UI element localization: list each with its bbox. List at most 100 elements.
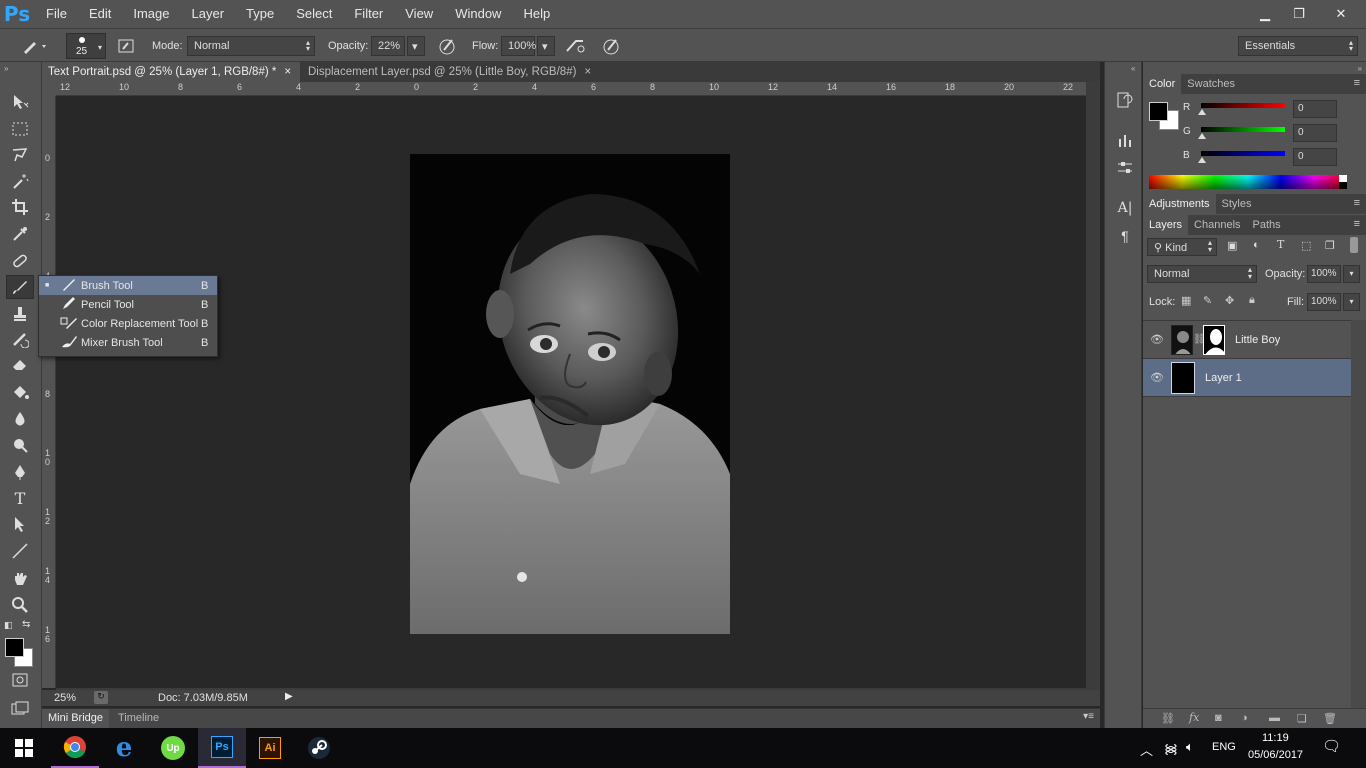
flyout-item-color-replacement-tool[interactable]: Color Replacement Tool B (39, 314, 217, 333)
chrome-icon[interactable] (51, 728, 99, 768)
language-indicator[interactable]: ENG (1212, 741, 1236, 753)
brush-preset-icon[interactable] (20, 29, 50, 63)
black-swatch[interactable] (1339, 182, 1347, 189)
mode-select[interactable]: Normal ▴ ▾ (187, 36, 315, 56)
collapse-toolbar-icon[interactable]: » (4, 64, 8, 73)
green-value-input[interactable]: 0 (1293, 124, 1337, 142)
link-layers-icon[interactable]: ⛓︎ (1161, 712, 1175, 725)
blur-tool-icon[interactable] (6, 407, 34, 431)
close-tab-icon[interactable]: × (284, 66, 291, 78)
color-panel-foreground-swatch[interactable] (1149, 102, 1168, 121)
screen-mode-icon[interactable] (6, 696, 34, 720)
panel-menu-icon[interactable]: ▾≡ (1083, 711, 1094, 722)
marquee-tool-icon[interactable] (6, 117, 34, 141)
menu-filter[interactable]: Filter (342, 0, 393, 28)
red-slider[interactable] (1201, 103, 1285, 108)
tab-paths[interactable]: Paths (1247, 215, 1287, 235)
character-panel-icon[interactable]: A| (1115, 198, 1135, 218)
brush-settings-panel-icon[interactable] (1115, 158, 1135, 178)
layer-opacity-dropdown[interactable]: ▾ (1343, 265, 1360, 283)
move-tool-icon[interactable] (6, 90, 34, 114)
lock-image-icon[interactable]: ✎ (1203, 294, 1212, 307)
history-brush-tool-icon[interactable] (6, 327, 34, 351)
panel-menu-icon[interactable]: ≡ (1354, 218, 1360, 230)
filter-toggle-switch[interactable] (1350, 237, 1358, 253)
new-adjustment-layer-icon[interactable]: ◑ (1241, 712, 1248, 724)
lasso-tool-icon[interactable] (6, 143, 34, 167)
menu-select[interactable]: Select (284, 0, 342, 28)
filter-shape-icon[interactable]: ⬚ (1301, 239, 1311, 252)
pressure-size-icon[interactable] (600, 29, 622, 63)
illustrator-icon[interactable]: Ai (246, 728, 294, 768)
eraser-tool-icon[interactable] (6, 352, 34, 376)
green-slider[interactable] (1201, 127, 1285, 132)
brush-size-picker[interactable]: 25 ▾ (66, 29, 106, 63)
layer-fill-input[interactable]: 100% (1307, 293, 1341, 311)
delete-layer-trash-icon[interactable]: 🗑︎ (1323, 712, 1337, 725)
horizontal-ruler[interactable]: 12 10 8 6 4 2 0 2 4 6 8 10 12 14 16 18 2… (56, 82, 1086, 96)
layer-mask-thumbnail[interactable] (1203, 324, 1225, 355)
lock-transparent-icon[interactable]: ▦ (1181, 294, 1191, 307)
flyout-item-mixer-brush-tool[interactable]: Mixer Brush Tool B (39, 333, 217, 352)
flyout-item-brush-tool[interactable]: ■ Brush Tool B (39, 276, 217, 295)
clone-stamp-tool-icon[interactable] (6, 302, 34, 326)
filter-adjustment-icon[interactable]: ◐ (1253, 239, 1260, 251)
brush-panel-toggle-icon[interactable] (116, 29, 136, 63)
document-canvas-photo[interactable] (410, 154, 730, 634)
volume-icon[interactable]: 🔈︎ (1186, 739, 1194, 755)
paint-bucket-tool-icon[interactable] (6, 380, 34, 404)
path-selection-tool-icon[interactable] (6, 512, 34, 536)
menu-file[interactable]: File (34, 0, 77, 28)
upwork-icon[interactable]: Up (149, 728, 197, 768)
opacity-input[interactable]: 22% (371, 36, 405, 56)
wifi-icon[interactable]: ᯼ (1164, 739, 1178, 757)
filter-pixel-icon[interactable]: ▣ (1227, 239, 1237, 252)
opacity-dropdown-button[interactable]: ▾ (407, 36, 425, 56)
tab-channels[interactable]: Channels (1188, 215, 1246, 235)
internet-explorer-icon[interactable]: e (100, 728, 148, 768)
blue-slider[interactable] (1201, 151, 1285, 156)
flyout-item-pencil-tool[interactable]: Pencil Tool B (39, 295, 217, 314)
layer-row-little-boy[interactable]: 👁︎ ⛓︎ Little Boy (1143, 321, 1351, 359)
layer-filter-kind-select[interactable]: ⚲ Kind ▴ ▾ (1147, 238, 1217, 256)
photoshop-taskbar-icon[interactable]: Ps (198, 728, 246, 768)
menu-help[interactable]: Help (511, 0, 560, 28)
status-info-icon[interactable]: ↻ (94, 691, 108, 704)
chain-link-icon[interactable]: ⛓︎ (1193, 334, 1206, 345)
clock-time[interactable]: 11:19 (1262, 732, 1289, 744)
steam-icon[interactable] (295, 728, 343, 768)
type-tool-icon[interactable]: T (6, 486, 34, 510)
healing-brush-tool-icon[interactable] (6, 249, 34, 273)
slider-thumb-icon[interactable] (1198, 157, 1206, 163)
status-menu-arrow-icon[interactable]: ▶ (285, 691, 293, 702)
magic-wand-tool-icon[interactable] (6, 169, 34, 193)
clock-date[interactable]: 05/06/2017 (1248, 749, 1303, 761)
visibility-eye-icon[interactable]: 👁︎ (1143, 333, 1171, 346)
flow-dropdown-button[interactable]: ▾ (537, 36, 555, 56)
collapse-panels-icon[interactable]: » (1358, 64, 1362, 73)
blue-value-input[interactable]: 0 (1293, 148, 1337, 166)
tab-styles[interactable]: Styles (1216, 194, 1258, 214)
filter-smart-object-icon[interactable]: ❐ (1325, 239, 1335, 252)
expand-dock-icon[interactable]: « (1131, 64, 1135, 73)
new-group-folder-icon[interactable]: ▬ (1269, 712, 1280, 724)
menu-image[interactable]: Image (121, 0, 179, 28)
notifications-icon[interactable]: 🗨︎ (1322, 737, 1341, 755)
visibility-eye-icon[interactable]: 👁︎ (1143, 371, 1171, 384)
zoom-level[interactable]: 25% (54, 692, 76, 704)
new-layer-icon[interactable]: ❏ (1297, 712, 1307, 725)
pressure-opacity-icon[interactable] (436, 29, 458, 63)
tab-mini-bridge[interactable]: Mini Bridge (42, 709, 110, 728)
filter-type-icon[interactable]: T (1277, 238, 1284, 251)
windows-start-icon[interactable] (0, 728, 48, 768)
layer-style-fx-icon[interactable]: fx (1189, 711, 1199, 724)
show-hidden-icons-chevron-icon[interactable]: ︿ (1140, 740, 1153, 759)
hand-tool-icon[interactable] (6, 567, 34, 591)
menu-view[interactable]: View (393, 0, 443, 28)
menu-type[interactable]: Type (234, 0, 284, 28)
panel-menu-icon[interactable]: ≡ (1354, 197, 1360, 209)
swap-colors-icon[interactable]: ⇆ (22, 619, 30, 630)
default-colors-icon[interactable]: ◧ (4, 620, 13, 631)
tab-timeline[interactable]: Timeline (112, 709, 165, 728)
crop-tool-icon[interactable] (6, 195, 34, 219)
